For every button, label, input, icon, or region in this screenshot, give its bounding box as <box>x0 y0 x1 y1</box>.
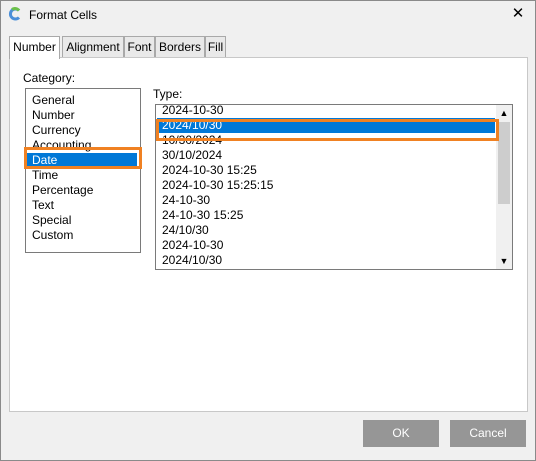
type-item[interactable]: 30/10/2024 <box>157 148 495 163</box>
scroll-down-arrow-icon[interactable]: ▼ <box>496 253 512 269</box>
number-panel: Category: General Number Currency Accoun… <box>9 57 528 412</box>
cancel-button[interactable]: Cancel <box>450 420 526 447</box>
type-item[interactable]: 2024-10-30 15:25:15 <box>157 178 495 193</box>
type-item-selected[interactable]: 2024/10/30 <box>157 118 495 133</box>
type-item[interactable]: 24/10/30 <box>157 223 495 238</box>
category-item-time[interactable]: Time <box>27 168 137 183</box>
type-item[interactable]: 24-10-30 15:25 <box>157 208 495 223</box>
ok-button[interactable]: OK <box>363 420 439 447</box>
type-item[interactable]: 10/30/2024 <box>157 133 495 148</box>
category-item-general[interactable]: General <box>27 93 137 108</box>
tab-font[interactable]: Font <box>124 36 155 58</box>
tab-fill[interactable]: Fill <box>205 36 226 58</box>
category-label: Category: <box>23 71 76 85</box>
close-button[interactable]: ✕ <box>505 3 531 25</box>
category-item-custom[interactable]: Custom <box>27 228 137 243</box>
tab-number[interactable]: Number <box>9 36 60 59</box>
type-item[interactable]: 2024-10-30 15:25 <box>157 163 495 178</box>
category-item-percentage[interactable]: Percentage <box>27 183 137 198</box>
type-scrollbar[interactable]: ▲ ▼ <box>496 105 512 269</box>
format-cells-dialog: Format Cells ✕ Number Alignment Font Bor… <box>0 0 536 461</box>
category-item-accounting[interactable]: Accounting <box>27 138 137 153</box>
type-item[interactable]: 2024-10-30 <box>157 105 495 118</box>
type-label: Type: <box>153 87 183 101</box>
category-item-special[interactable]: Special <box>27 213 137 228</box>
scroll-up-arrow-icon[interactable]: ▲ <box>496 105 512 121</box>
window-title: Format Cells <box>29 8 98 22</box>
scroll-thumb[interactable] <box>498 122 510 204</box>
category-list[interactable]: General Number Currency Accounting Date … <box>25 88 141 253</box>
title-bar: Format Cells ✕ <box>1 1 535 29</box>
category-item-date[interactable]: Date <box>27 153 137 168</box>
type-item[interactable]: 2024/10/30 <box>157 253 495 268</box>
tab-alignment[interactable]: Alignment <box>62 36 124 58</box>
type-item[interactable]: 24-10-30 <box>157 193 495 208</box>
type-item[interactable]: 2024-10-30 <box>157 238 495 253</box>
tab-borders[interactable]: Borders <box>155 36 205 58</box>
type-list[interactable]: 2024-10-30 2024/10/30 10/30/2024 30/10/2… <box>155 104 513 270</box>
close-icon: ✕ <box>511 5 525 22</box>
category-item-number[interactable]: Number <box>27 108 137 123</box>
category-item-text[interactable]: Text <box>27 198 137 213</box>
category-item-currency[interactable]: Currency <box>27 123 137 138</box>
app-logo-icon <box>9 7 21 21</box>
